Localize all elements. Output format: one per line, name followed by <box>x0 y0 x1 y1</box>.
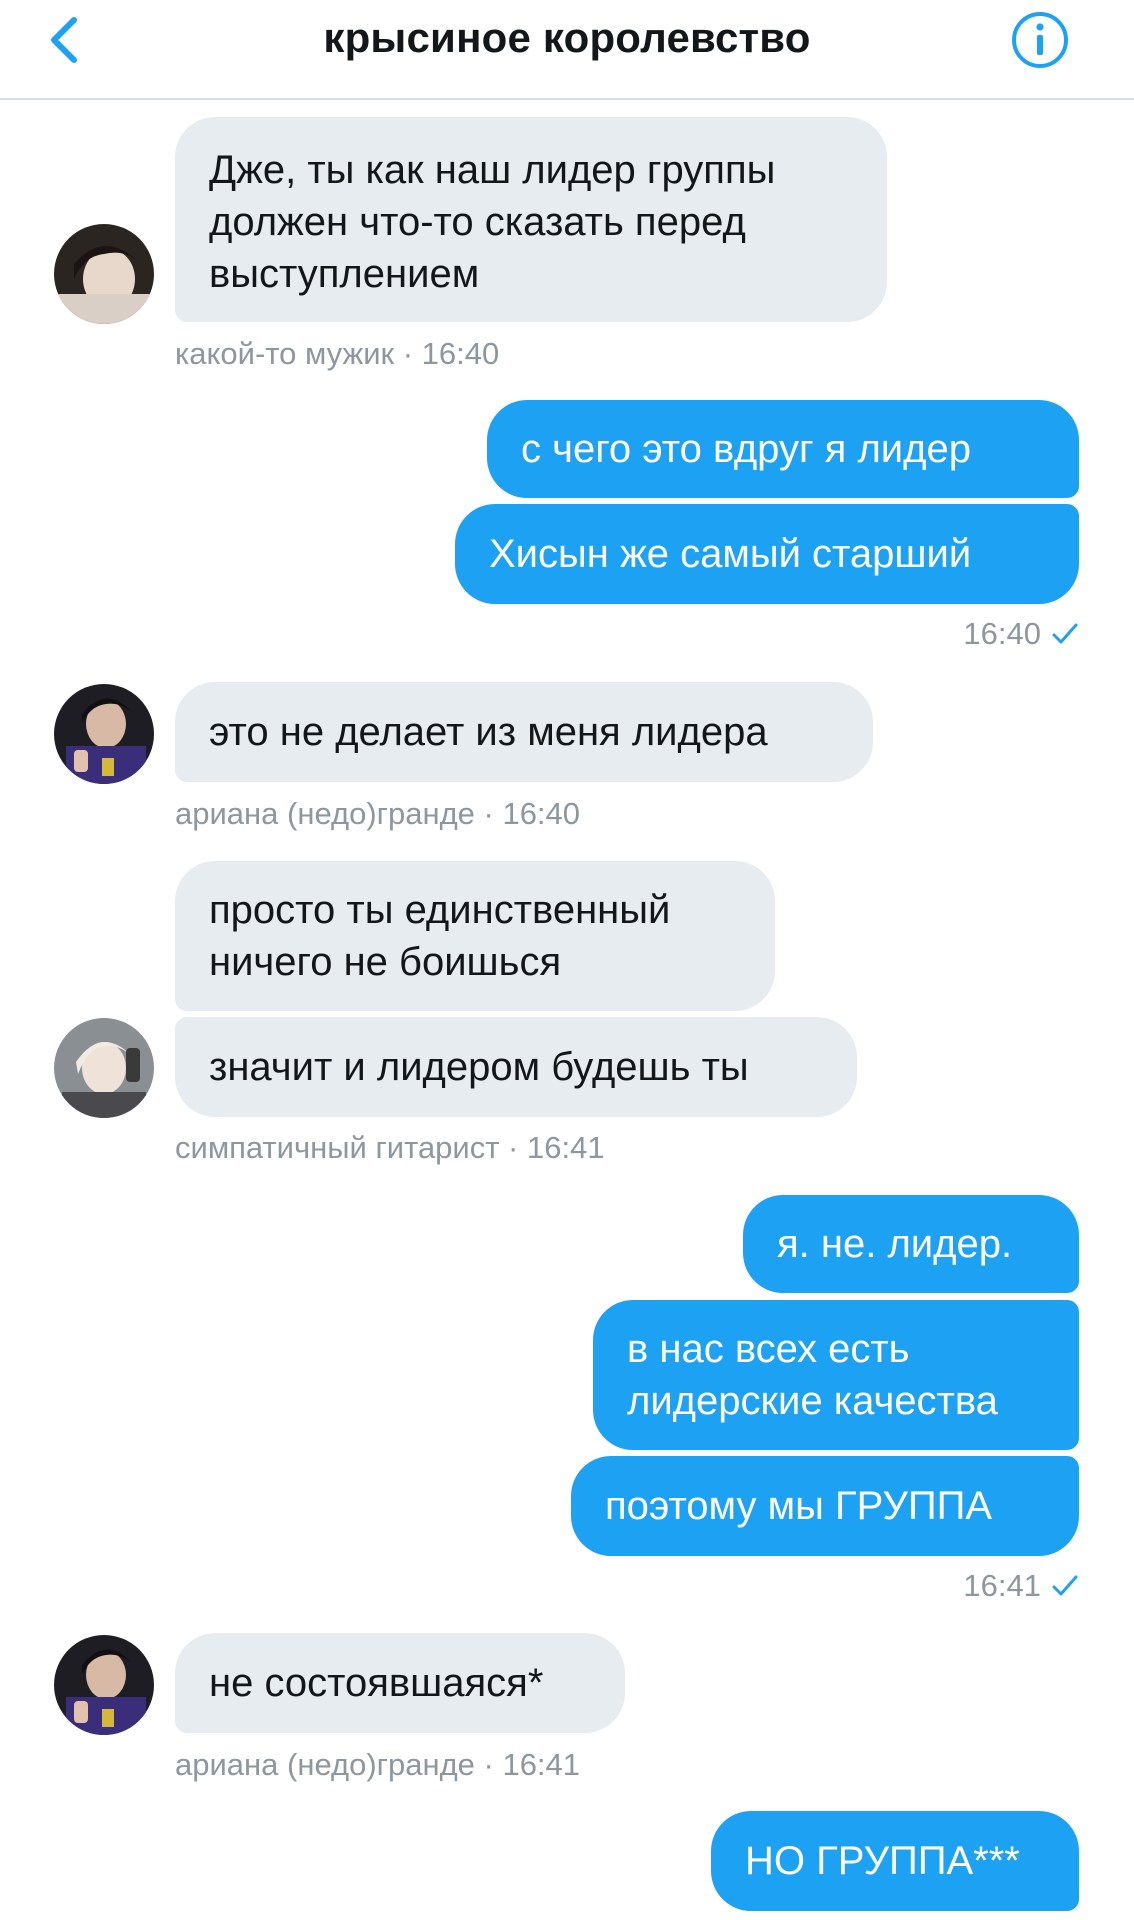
message-text: не состоявшаяся* <box>209 1661 544 1705</box>
outgoing-message-bubble[interactable]: в нас всех есть лидерские качества <box>593 1300 1079 1450</box>
message-line: в нас всех есть <box>627 1327 910 1371</box>
message-text: с чего это вдруг я лидер <box>521 427 971 471</box>
message-text: поэтому мы ГРУППА <box>605 1484 993 1528</box>
chat-header: крысиное королевство <box>0 0 1134 100</box>
message-time: 16:40 <box>963 616 1041 651</box>
conversation-title: крысиное королевство <box>323 14 811 61</box>
message-meta: какой-то мужик · 16:40 <box>175 336 500 371</box>
outgoing-message-bubble[interactable]: НО ГРУППА*** <box>711 1811 1079 1911</box>
avatar[interactable] <box>54 1018 154 1118</box>
message-text: Дже, ты как наш лидер группы должен что-… <box>209 144 775 300</box>
info-icon <box>1012 12 1068 68</box>
message-line: Дже, ты как наш лидер группы <box>209 147 776 192</box>
incoming-message-bubble[interactable]: значит и лидером будешь ты <box>175 1017 857 1117</box>
avatar-photo-icon <box>54 224 154 324</box>
outgoing-message-bubble[interactable]: Хисын же самый старший <box>455 504 1079 604</box>
message-line: ничего не боишься <box>209 940 562 984</box>
incoming-message-bubble[interactable]: просто ты единственный ничего не боишься <box>175 861 775 1011</box>
message-time: 16:41 <box>963 1568 1041 1603</box>
incoming-message-bubble[interactable]: это не делает из меня лидера <box>175 682 873 782</box>
outgoing-message-bubble[interactable]: я. не. лидер. <box>743 1195 1079 1293</box>
message-meta: 16:40 <box>963 616 1079 652</box>
avatar[interactable] <box>54 684 154 784</box>
message-meta: 16:41 <box>963 1568 1079 1604</box>
message-line: просто ты единственный <box>209 888 671 932</box>
outgoing-message-bubble[interactable]: с чего это вдруг я лидер <box>487 400 1079 498</box>
message-line: должен что-то сказать перед <box>209 199 746 244</box>
message-text: это не делает из меня лидера <box>209 710 768 754</box>
incoming-message-bubble[interactable]: не состоявшаяся* <box>175 1633 625 1733</box>
message-line: лидерские качества <box>627 1379 998 1423</box>
checkmark-icon <box>1052 623 1078 644</box>
message-text: НО ГРУППА*** <box>745 1839 1020 1883</box>
avatar-photo-icon <box>54 1018 154 1118</box>
message-text: я. не. лидер. <box>777 1222 1013 1266</box>
message-text: просто ты единственный ничего не боишься <box>209 884 670 988</box>
incoming-message-bubble[interactable]: Дже, ты как наш лидер группы должен что-… <box>175 117 887 322</box>
message-text: значит и лидером будешь ты <box>209 1045 749 1089</box>
outgoing-message-bubble[interactable]: поэтому мы ГРУППА <box>571 1456 1079 1556</box>
message-meta: ариана (недо)гранде · 16:41 <box>175 1747 581 1782</box>
avatar-photo-icon <box>54 1635 154 1735</box>
avatar-photo-icon <box>54 684 154 784</box>
message-text: Хисын же самый старший <box>489 532 972 576</box>
message-text: в нас всех есть лидерские качества <box>627 1323 998 1427</box>
message-meta: ариана (недо)гранде · 16:40 <box>175 796 581 831</box>
message-line: выступлением <box>209 251 480 296</box>
avatar[interactable] <box>54 1635 154 1735</box>
avatar[interactable] <box>54 224 154 324</box>
message-meta: симпатичный гитарист · 16:41 <box>175 1130 605 1165</box>
conversation-info-button[interactable] <box>1010 10 1070 70</box>
checkmark-icon <box>1052 1575 1078 1596</box>
